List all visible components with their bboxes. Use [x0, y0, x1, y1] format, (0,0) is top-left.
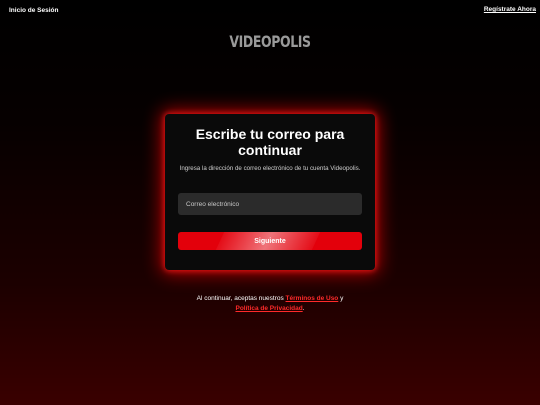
card-title: Escribe tu correo para continuar [195, 126, 345, 158]
email-card: Escribe tu correo para continuar Ingresa… [165, 114, 375, 270]
register-link[interactable]: Regístrate Ahora [484, 6, 536, 13]
card-subtitle: Ingresa la dirección de correo electróni… [179, 165, 361, 172]
videopolis-logo: VIDEOPOLIS [229, 32, 311, 51]
legal-conjunction: y [338, 295, 344, 302]
privacy-link[interactable]: Política de Privacidad [235, 305, 302, 312]
legal-notice: Al continuar, aceptas nuestros Términos … [150, 294, 390, 314]
legal-prefix: Al continuar, aceptas nuestros [196, 295, 286, 302]
login-link[interactable]: Inicio de Sesión [9, 7, 58, 14]
terms-link[interactable]: Términos de Uso [286, 295, 339, 302]
next-button-label: Siguiente [254, 237, 286, 245]
top-bar: Inicio de Sesión Regístrate Ahora [0, 0, 540, 22]
email-input[interactable] [178, 193, 362, 215]
next-button[interactable]: Siguiente [178, 232, 362, 250]
legal-suffix: . [302, 305, 305, 312]
